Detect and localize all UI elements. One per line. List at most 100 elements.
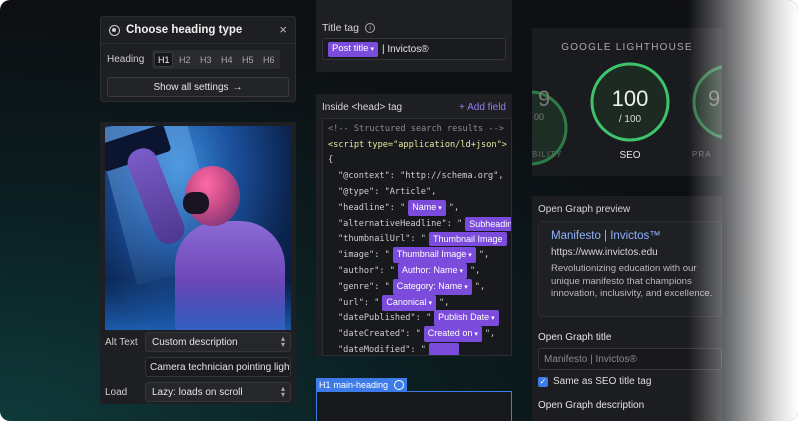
image-field-pill[interactable]: Thumbnail Image ▾: [392, 247, 476, 264]
heading-level-h5[interactable]: H5: [238, 52, 257, 67]
subheading-field-pill[interactable]: Subheading: [465, 216, 511, 231]
heading-level-selector: H1 H2 H3 H4 H5 H6: [152, 50, 281, 69]
og-preview-card: Manifesto | Invictos™ https://www.invict…: [538, 221, 722, 317]
open-graph-panel: Open Graph preview Manifesto | Invictos™…: [532, 196, 722, 421]
og-card-description: Revolutionizing education with our uniqu…: [551, 263, 713, 299]
app-canvas: Choose heading type × Heading H1 H2 H3 H…: [0, 0, 798, 421]
code-key: "image": ": [338, 250, 390, 261]
code-key: "author": ": [338, 266, 395, 277]
alt-text-select-value: Custom description: [152, 336, 238, 348]
heading-level-h1[interactable]: H1: [154, 52, 174, 67]
heading-level-h6[interactable]: H6: [259, 52, 278, 67]
heading-panel-title-text: Choose heading type: [126, 24, 243, 36]
practices-score-partial: 9: [708, 86, 721, 111]
load-select-value: Lazy: loads on scroll: [152, 386, 243, 398]
image-settings-panel: Alt Text Custom description ▴ ▾ Camera te…: [100, 122, 296, 404]
add-field-button[interactable]: + Add field: [459, 102, 506, 113]
accessibility-sub-partial: 00: [534, 112, 545, 122]
title-tag-input[interactable]: Post title ▾ | Invictos®: [322, 38, 506, 60]
og-preview-label: Open Graph preview: [538, 204, 631, 215]
heading-label: Heading: [107, 54, 145, 65]
seo-score: 100: [611, 86, 649, 111]
load-row: Load Lazy: loads on scroll ▴ ▾: [105, 382, 291, 402]
alt-text-value-row: Camera technician pointing light to: [105, 357, 291, 377]
code-punct: ",: [484, 329, 496, 340]
arrow-right-icon: →: [232, 81, 243, 93]
same-as-seo-label: Same as SEO title tag: [553, 376, 652, 387]
element-name: main-heading: [333, 380, 389, 390]
code-key: "alternativeHeadline": ": [338, 218, 463, 229]
category-field-pill[interactable]: Category: Name ▾: [392, 278, 472, 295]
show-all-settings-button[interactable]: Show all settings →: [107, 77, 289, 97]
heading-type-panel: Choose heading type × Heading H1 H2 H3 H…: [100, 16, 296, 102]
head-tag-panel: Inside <head> tag + Add field <!-- Struc…: [316, 94, 512, 356]
main-heading-element[interactable]: [316, 391, 512, 421]
info-icon[interactable]: i: [364, 23, 375, 33]
author-field-pill[interactable]: Author: Name ▾: [397, 263, 467, 280]
heading-level-h3[interactable]: H3: [196, 52, 215, 67]
load-label: Load: [105, 386, 128, 398]
code-editor[interactable]: <!-- Structured search results --> <scri…: [322, 118, 512, 356]
gear-icon[interactable]: [394, 380, 405, 390]
seo-score-max: / 100: [618, 114, 642, 125]
camera-technician-image[interactable]: [105, 126, 291, 330]
heading-level-row: Heading H1 H2 H3 H4 H5 H6: [107, 50, 281, 69]
thumbnail-field-pill[interactable]: Thumbnail Image: [428, 232, 507, 247]
divider: [101, 43, 295, 44]
title-tag-panel: Title tag i Post title ▾ | Invictos®: [316, 0, 512, 72]
og-card-title: Manifesto | Invictos™: [551, 230, 661, 242]
og-title-label: Open Graph title: [538, 332, 612, 343]
code-key: "dateCreated": ": [338, 329, 421, 340]
og-card-url: https://www.invictos.edu: [551, 247, 658, 258]
lighthouse-panel: GOOGLE LIGHTHOUSE 9 00 BILITY 100 / 100 …: [532, 28, 722, 176]
code-key: "headline": ": [338, 202, 406, 213]
selected-element-tag[interactable]: H1 main-heading: [316, 378, 408, 392]
code-script-tag: <script: [328, 139, 365, 150]
checkbox-checked-icon[interactable]: ✓: [538, 376, 548, 387]
head-tag-label: Inside <head> tag: [322, 102, 403, 113]
code-key: "dateModified": ": [338, 345, 426, 356]
load-select[interactable]: Lazy: loads on scroll ▴ ▾: [145, 382, 291, 402]
close-icon[interactable]: ×: [279, 22, 287, 37]
code-punct: ",: [469, 266, 481, 277]
chevron-updown-icon: ▴ ▾: [280, 384, 285, 399]
title-suffix: | Invictos®: [381, 43, 429, 55]
code-key: "datePublished": ": [338, 313, 432, 324]
accessibility-label-partial: BILITY: [532, 150, 563, 159]
heading-level-h4[interactable]: H4: [217, 52, 236, 67]
same-as-seo-row[interactable]: ✓ Same as SEO title tag: [538, 376, 651, 387]
chevron-updown-icon: ▴ ▾: [280, 334, 285, 349]
post-title-pill[interactable]: Post title ▾: [328, 41, 378, 57]
accessibility-score-partial: 9: [538, 86, 551, 111]
alt-text-row: Alt Text Custom description ▴ ▾: [105, 332, 291, 352]
code-brace: {: [328, 155, 334, 166]
og-title-input[interactable]: Manifesto | Invictos®: [538, 348, 722, 370]
seo-label: SEO: [619, 150, 641, 161]
code-punct: ",: [474, 281, 486, 292]
name-field-pill[interactable]: Name ▾: [408, 199, 446, 216]
heading-level-h2[interactable]: H2: [175, 52, 194, 67]
code-script-attr: type="application/ld+json">: [367, 139, 507, 150]
chevron-down-icon: ▾: [370, 45, 374, 53]
canonical-field-pill[interactable]: Canonical ▾: [382, 294, 436, 311]
code-line: "@context": "http://schema.org",: [338, 171, 504, 182]
code-comment: <!-- Structured search results -->: [328, 123, 504, 134]
created-on-field-pill[interactable]: Created on ▾: [423, 326, 482, 343]
alt-text-select[interactable]: Custom description ▴ ▾: [145, 332, 291, 352]
publish-date-field-pill[interactable]: Publish Date ▾: [434, 310, 499, 327]
code-punct: ",: [438, 297, 450, 308]
code-punct: ",: [478, 250, 490, 261]
practices-label-partial: PRA: [692, 150, 712, 159]
show-all-settings-label: Show all settings: [153, 81, 229, 93]
title-tag-label: Title tag: [322, 22, 359, 34]
code-key: "thumbnailUrl": ": [338, 234, 426, 245]
og-description-label: Open Graph description: [538, 400, 645, 411]
title-tag-label-row: Title tag i: [322, 22, 375, 34]
alt-text-input[interactable]: Camera technician pointing light to: [145, 357, 291, 377]
code-line: "@type": "Article",: [338, 187, 437, 198]
code-punct: ",: [448, 202, 460, 213]
element-level: H1: [319, 380, 331, 390]
modified-field-pill[interactable]: [428, 343, 460, 355]
code-key: "genre": ": [338, 281, 390, 292]
heading-panel-title: Choose heading type: [109, 23, 242, 37]
